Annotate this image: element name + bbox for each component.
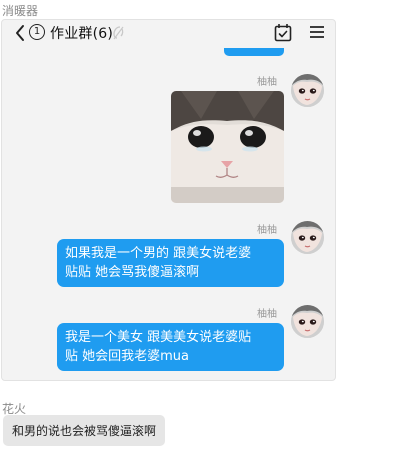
message-line: 我是一个美女 跟美美女说老婆贴 bbox=[65, 330, 252, 345]
message-sender-name: 柚柚 bbox=[257, 309, 277, 320]
message-line: 如果我是一个男的 跟美女说老婆 bbox=[65, 246, 252, 261]
previous-message-bubble bbox=[224, 48, 284, 56]
message-sender-name: 柚柚 bbox=[257, 77, 277, 88]
calendar-icon[interactable] bbox=[274, 23, 292, 42]
crying-cat-sticker[interactable] bbox=[171, 91, 284, 203]
message-bubble[interactable]: 如果我是一个男的 跟美女说老婆 贴贴 她会骂我傻逼滚啊 bbox=[57, 239, 284, 287]
avatar[interactable] bbox=[291, 74, 324, 107]
menu-icon[interactable] bbox=[309, 24, 325, 40]
chat-navbar: 1 作业群(6) bbox=[2, 20, 335, 48]
avatar[interactable] bbox=[291, 221, 324, 254]
chat-title: 作业群(6) bbox=[50, 26, 114, 42]
avatar[interactable] bbox=[291, 305, 324, 338]
page: 消暖器 1 作业群(6) 柚柚 柚柚 如果我是一个男的 跟美女说老婆 贴贴 她会… bbox=[0, 0, 400, 455]
reply-message-bubble[interactable]: 和男的说也会被骂傻逼滚啊 bbox=[3, 415, 166, 446]
mute-icon bbox=[113, 26, 124, 40]
forwarded-sender-name: 消暖器 bbox=[2, 4, 39, 18]
back-icon[interactable] bbox=[14, 23, 26, 43]
chat-screenshot: 1 作业群(6) 柚柚 柚柚 如果我是一个男的 跟美女说老婆 贴贴 她会骂我傻逼… bbox=[1, 19, 336, 381]
message-line: 贴贴 她会骂我傻逼滚啊 bbox=[65, 265, 200, 280]
unread-badge[interactable]: 1 bbox=[29, 24, 45, 40]
message-sender-name: 柚柚 bbox=[257, 225, 277, 236]
message-bubble[interactable]: 我是一个美女 跟美美女说老婆贴 贴 她会回我老婆mua bbox=[57, 323, 284, 371]
message-line: 贴 她会回我老婆mua bbox=[65, 349, 190, 364]
